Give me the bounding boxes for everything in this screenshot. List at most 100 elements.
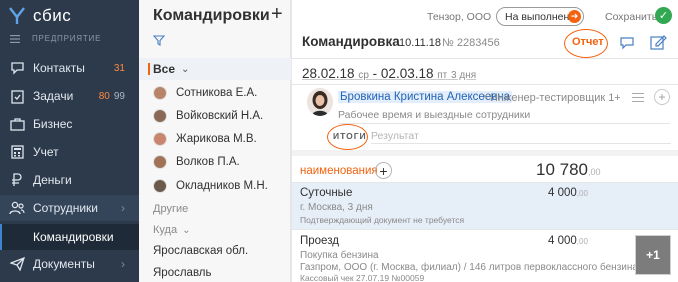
document-date[interactable]: 10.11.18 xyxy=(399,37,441,49)
status-button[interactable]: На выполнение ➜ xyxy=(496,7,584,26)
group-label: Куда xyxy=(153,224,178,236)
list-lines-icon[interactable] xyxy=(632,93,644,103)
edit-icon[interactable] xyxy=(650,34,667,50)
avatar xyxy=(153,86,167,100)
add-employee-button[interactable]: + xyxy=(654,89,670,105)
weekday-to: пт xyxy=(437,70,448,81)
person-name: Окладников М.Н. xyxy=(176,180,268,192)
expense-subtitle: г. Москва, 3 дня xyxy=(300,202,373,213)
nav-item-money[interactable]: Деньги xyxy=(0,167,139,193)
nav-subitem-business-trips[interactable]: Командировки xyxy=(0,224,139,250)
expense-note: Кассовый чек 27.07.19 №00059 xyxy=(300,273,425,282)
list-item-person[interactable]: Сотникова Е.А. xyxy=(153,84,257,102)
nav-item-tasks[interactable]: Задачи 80 99 xyxy=(0,83,139,109)
chevron-right-icon: › xyxy=(121,257,125,271)
document-number[interactable]: № 2283456 xyxy=(442,37,500,49)
filter-all-label: Все xyxy=(153,62,176,76)
nav-item-employees[interactable]: Сотрудники › xyxy=(0,195,139,221)
nav-item-label: Бизнес xyxy=(33,117,73,131)
divider xyxy=(292,58,678,59)
list-item-person[interactable]: Волков П.А. xyxy=(153,153,240,171)
group-other[interactable]: Другие xyxy=(153,203,188,215)
nav-item-label: Деньги xyxy=(33,173,72,187)
avatar xyxy=(153,155,167,169)
tasks-count-new: 80 xyxy=(98,90,110,102)
add-expense-button[interactable]: + xyxy=(375,162,392,179)
avatar xyxy=(153,132,167,146)
add-trip-button[interactable]: + xyxy=(271,4,283,24)
document-title: Командировка xyxy=(302,34,400,49)
list-item-person[interactable]: Войковский Н.А. xyxy=(153,107,263,125)
employee-avatar[interactable] xyxy=(307,88,333,116)
expense-title: Суточные xyxy=(300,187,353,199)
expenses-column-header[interactable]: наименования xyxy=(300,165,378,177)
list-item-place[interactable]: Ярославль xyxy=(153,267,212,279)
amount-kopecks: ,00 xyxy=(576,189,588,198)
arrow-right-icon: ➜ xyxy=(568,10,581,23)
briefcase-icon xyxy=(9,116,25,132)
expense-title[interactable]: Проезд xyxy=(300,235,339,247)
organization-name[interactable]: Тензор, ООО xyxy=(427,11,491,23)
nav-subitem-label: Командировки xyxy=(33,230,114,244)
expense-amount: 4 000,00 xyxy=(548,235,588,247)
menu-icon xyxy=(10,34,20,43)
trip-duration: 3 дня xyxy=(451,70,477,81)
highlight-circle xyxy=(327,124,368,150)
list-item-place[interactable]: Ярославская обл. xyxy=(153,245,248,257)
filter-icon[interactable] xyxy=(153,35,165,46)
person-name: Войковский Н.А. xyxy=(176,110,264,122)
group-label: Другие xyxy=(153,203,189,215)
logo-text: сбис xyxy=(33,6,72,25)
business-trip-card: Тензор, ООО На выполнение ➜ Сохранить ✓ … xyxy=(291,0,678,282)
active-marker xyxy=(0,224,2,250)
remove-employee-icon[interactable]: × xyxy=(482,91,488,103)
checkmark-icon[interactable]: ✓ xyxy=(655,7,672,24)
nav-section-label: ПРЕДПРИЯТИЕ xyxy=(32,34,102,43)
filter-all[interactable]: Все ⌄ xyxy=(139,58,291,80)
avatar xyxy=(153,109,167,123)
list-item-person[interactable]: Окладников М.Н. xyxy=(153,177,268,195)
nav-item-accounting[interactable]: Учет xyxy=(0,139,139,165)
nav-item-label: Документы xyxy=(33,257,95,271)
list-item-person[interactable]: Жарикова М.В. xyxy=(153,130,257,148)
result-input[interactable]: Результат xyxy=(371,130,419,142)
nav-item-business[interactable]: Бизнес xyxy=(0,111,139,137)
date-to: 02.03.18 xyxy=(380,66,434,81)
expense-subtitle: Покупка бензина xyxy=(300,250,379,261)
business-trips-list: Командировки + Все ⌄ Сотникова Е.А. Войк… xyxy=(139,0,291,282)
sbis-logo-icon xyxy=(9,7,25,24)
comment-icon[interactable] xyxy=(619,35,635,50)
people-icon xyxy=(9,200,25,216)
trip-period[interactable]: 28.02.18 ср - 02.03.18 пт 3 дня xyxy=(302,66,476,81)
tasks-count: 80 99 xyxy=(99,91,125,102)
expenses-total: 10 780,00 xyxy=(536,160,601,180)
chevron-down-icon: ⌄ xyxy=(181,63,190,75)
group-where[interactable]: Куда ⌄ xyxy=(153,224,190,236)
expense-amount: 4 000,00 xyxy=(548,187,588,199)
avatar xyxy=(153,179,167,193)
chevron-down-icon: ⌄ xyxy=(182,224,191,236)
nav-section-title[interactable]: ПРЕДПРИЯТИЕ xyxy=(10,34,101,43)
total-kopecks: ,00 xyxy=(588,167,601,177)
employee-position: Инженер-тестировщик 1+ ка xyxy=(490,92,620,104)
section-separator xyxy=(292,150,678,156)
period-dash: - xyxy=(372,66,378,81)
chat-icon xyxy=(9,60,25,76)
task-icon xyxy=(9,88,25,104)
highlight-circle xyxy=(564,29,608,58)
divider xyxy=(338,123,670,124)
amount-kopecks: ,00 xyxy=(576,237,588,246)
ruble-icon xyxy=(9,172,25,188)
employee-schedule: Рабочее время и выездные сотрудники xyxy=(338,109,531,121)
nav-item-documents[interactable]: Документы › xyxy=(0,251,139,277)
attachment-thumbnail[interactable]: +1 xyxy=(635,235,671,275)
contacts-count: 31 xyxy=(113,62,125,74)
nav-item-label: Контакты xyxy=(33,61,85,75)
save-label[interactable]: Сохранить xyxy=(605,11,657,23)
amount-value: 4 000 xyxy=(548,235,577,247)
sbis-logo[interactable]: сбис xyxy=(9,6,71,26)
nav-item-contacts[interactable]: Контакты 31 xyxy=(0,55,139,81)
weekday-from: ср xyxy=(358,70,369,81)
tasks-count-total: 99 xyxy=(113,90,125,102)
total-amount: 10 780 xyxy=(536,160,588,179)
